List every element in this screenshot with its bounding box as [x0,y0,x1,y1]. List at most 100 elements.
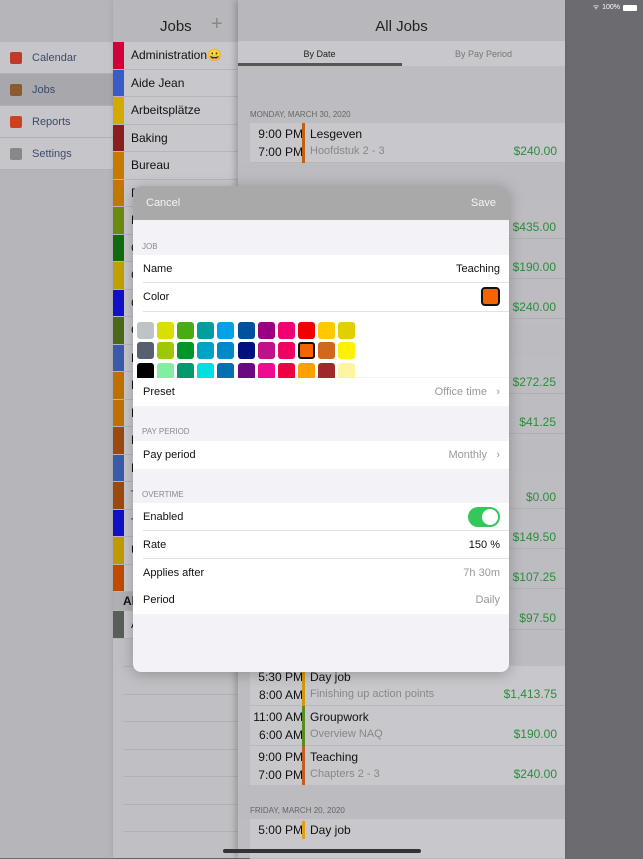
entry-amount: $41.25 [519,415,556,429]
job-entry[interactable]: 5:30 PM 8:00 AM Day job Finishing up action… [250,666,565,706]
color-swatch[interactable] [157,322,175,339]
sidebar-item-reports[interactable]: Reports [0,106,113,138]
empty-row-separator [123,776,238,777]
pay-period-value: Monthly [448,449,487,461]
color-swatch[interactable] [177,342,195,360]
color-swatch[interactable] [338,322,355,339]
color-swatch[interactable] [257,322,275,339]
color-swatch[interactable] [317,322,335,339]
cancel-button[interactable]: Cancel [146,197,180,209]
job-color-bar [113,262,124,289]
job-list-item[interactable]: Arbeitsplätze [113,97,238,125]
color-swatch[interactable] [217,322,235,339]
period-row[interactable]: Period Daily [133,586,509,614]
pay-period-row[interactable]: Pay period Monthly › [133,441,509,469]
job-list-item[interactable]: Baking [113,124,238,152]
job-entry[interactable]: 9:00 PM 7:00 PM Lesgeven Hoofdstuk 2 - 3… [250,123,565,163]
entry-amount: $240.00 [513,144,557,158]
start-time: 6:00 AM [258,728,303,742]
rate-value[interactable]: 150 % [469,539,500,551]
color-swatch[interactable] [197,342,215,360]
period-value[interactable]: Daily [476,594,500,606]
job-entry[interactable]: 9:00 PM 7:00 PM Teaching Chapters 2 - 3 $240… [250,746,565,786]
sidebar-item-jobs[interactable]: Jobs [0,74,113,106]
job-color-bar [113,97,124,124]
add-job-icon[interactable]: + [211,13,223,36]
applies-after-value[interactable]: 7h 30m [463,567,500,579]
end-time: 9:00 PM [258,127,303,141]
name-field[interactable]: Teaching [456,263,500,275]
enabled-label: Enabled [143,511,184,523]
job-color-bar [302,706,305,746]
job-list-item[interactable]: Administration😀 [113,42,238,70]
name-label: Name [143,263,173,275]
color-swatch[interactable] [237,322,255,339]
color-swatch[interactable] [177,322,195,339]
job-color-bar [113,482,124,509]
modal-header: Cancel Save [133,186,509,220]
job-list-item[interactable]: Aide Jean [113,69,238,97]
color-swatch[interactable] [237,342,255,360]
color-swatch[interactable] [157,342,175,360]
active-tab-indicator [238,63,402,66]
job-name: Administration😀 [131,48,222,63]
overtime-toggle[interactable] [468,507,500,527]
name-row[interactable]: Name Teaching [133,255,509,283]
jobs-header: Jobs + [113,0,238,42]
segmented-tabs: By Date By Pay Period [238,41,565,66]
job-color-bar [113,179,124,206]
entry-amount: $1,413.75 [503,687,557,701]
color-label: Color [143,291,170,303]
end-time: 11:00 AM [253,710,303,724]
empty-row-separator [123,748,238,750]
job-color-bar [113,509,124,536]
applies-after-label: Applies after [143,567,205,579]
job-color-bar [113,152,124,179]
job-color-bar [113,234,124,261]
color-swatch[interactable] [137,342,154,360]
start-time: 7:00 PM [258,145,303,159]
job-name: Bureau [131,158,170,173]
tab-by-pay-period[interactable]: By Pay Period [402,41,565,66]
empty-row-separator [123,721,238,722]
color-swatch[interactable] [297,322,315,339]
entry-amount: $190.00 [513,727,557,741]
job-entry[interactable]: 5:00 PM Day job [250,819,565,859]
empty-row-separator [123,831,238,832]
preset-value: Office time [434,386,487,398]
entry-amount: $97.50 [519,611,556,625]
job-color-bar [113,454,124,481]
color-swatch[interactable] [257,342,275,360]
applies-after-row[interactable]: Applies after 7h 30m [133,559,509,587]
calendar-icon [10,51,22,64]
color-swatch[interactable] [297,342,315,360]
job-entry[interactable]: 11:00 AM 6:00 AM Groupwork Overview NAQ $190… [250,706,565,746]
job-color-bar [113,427,124,454]
color-swatch[interactable] [317,342,335,360]
sidebar: Calendar Jobs Reports Settings [0,0,113,858]
battery-level: 100% [602,4,620,11]
entry-amount: $240.00 [512,300,556,314]
save-button[interactable]: Save [471,197,496,209]
rate-row[interactable]: Rate 150 % [133,531,509,559]
preset-row[interactable]: Preset Office time › [133,378,509,406]
briefcase-icon [10,83,22,96]
job-color-bar [113,317,124,344]
color-swatch[interactable] [277,322,295,339]
edit-job-modal: Cancel Save JOB Name Teaching Color Pres… [133,186,509,672]
color-swatch[interactable] [277,342,295,360]
color-swatch[interactable] [338,342,355,360]
sidebar-item-settings[interactable]: Settings [0,138,113,170]
entry-subtitle: Hoofdstuk 2 - 3 [310,145,385,157]
job-color-bar [113,124,124,151]
job-list-item[interactable]: Bureau [113,152,238,180]
entry-subtitle: Overview NAQ [310,728,383,740]
rate-label: Rate [143,539,167,551]
color-swatch[interactable] [197,322,215,339]
color-swatch[interactable] [137,322,154,339]
job-color-bar [113,372,124,399]
sidebar-item-calendar[interactable]: Calendar [0,42,113,74]
color-swatch[interactable] [217,342,235,360]
entry-amount: $107.25 [512,570,556,584]
day-header: MONDAY, MARCH 30, 2020 [250,110,351,119]
